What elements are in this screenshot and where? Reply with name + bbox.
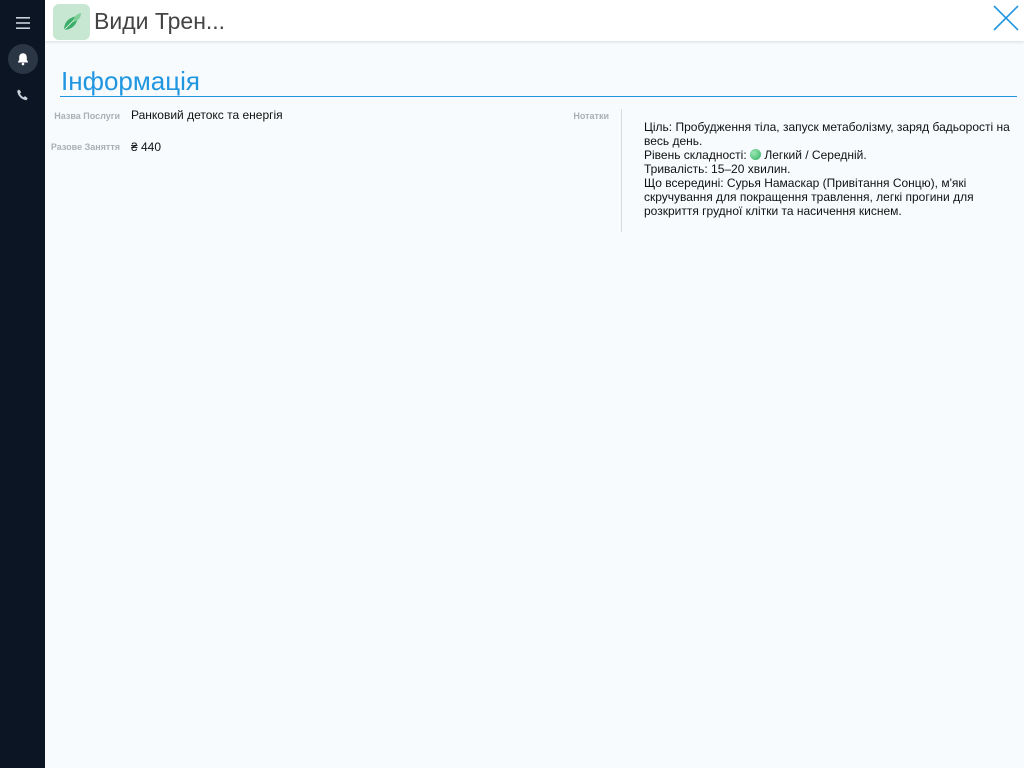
section-divider	[60, 96, 1017, 97]
phone-icon	[17, 89, 28, 101]
notes-duration: Тривалість: 15–20 хвилин.	[644, 162, 791, 176]
menu-icon	[16, 17, 30, 29]
column-divider	[621, 109, 622, 232]
single-session-label: Разове Заняття	[50, 142, 120, 152]
app-logo	[53, 4, 90, 40]
top-bar: Види Трен...	[45, 0, 1024, 41]
notes-goal: Ціль: Пробудження тіла, запуск метаболіз…	[644, 120, 1010, 148]
bell-icon	[18, 53, 28, 66]
close-button[interactable]	[991, 3, 1021, 33]
service-name-value: Ранковий детокс та енергія	[131, 108, 283, 122]
page-title: Види Трен...	[94, 8, 226, 34]
phone-button[interactable]	[8, 80, 38, 110]
close-icon	[993, 5, 1019, 31]
notes-label: Нотатки	[573, 111, 609, 121]
notifications-button[interactable]	[8, 44, 38, 74]
leaf-icon	[63, 13, 81, 31]
notes-level-prefix: Рівень складності:	[644, 148, 747, 162]
notes-level: Рівень складності: Легкий / Середній.	[644, 148, 1014, 162]
notes-level-value: Легкий / Середній.	[764, 148, 867, 162]
section-title: Інформація	[61, 66, 200, 96]
notes-contents: Що всередині: Сурья Намаскар (Привітання…	[644, 176, 974, 218]
menu-button[interactable]	[8, 8, 38, 38]
service-name-label: Назва Послуги	[54, 111, 120, 121]
notes-text: Ціль: Пробудження тіла, запуск метаболіз…	[644, 120, 1014, 218]
green-circle-icon	[750, 149, 761, 160]
sidebar	[0, 0, 45, 768]
single-session-price: ₴ 440	[131, 140, 162, 154]
